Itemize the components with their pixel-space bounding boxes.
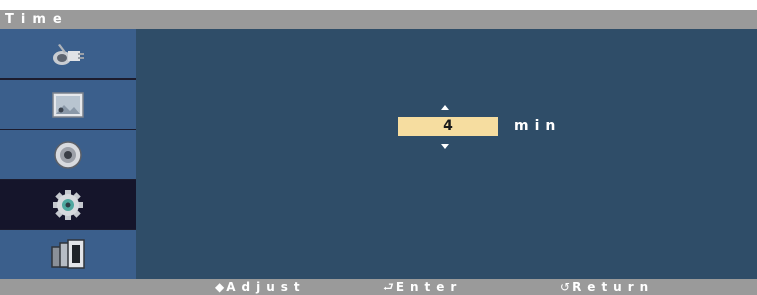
sidebar-item-setup[interactable] xyxy=(0,180,136,229)
unit-label: min xyxy=(514,118,562,134)
updown-arrow-icon: ◆ xyxy=(215,280,225,294)
input-plug-icon xyxy=(53,43,84,65)
hint-enter: ⮐ Enter xyxy=(383,279,462,295)
enter-icon: ⮐ xyxy=(383,280,394,294)
sidebar-menu xyxy=(0,29,136,279)
sidebar-item-input[interactable] xyxy=(0,29,136,78)
menu-title: Time xyxy=(5,12,69,27)
sidebar-item-picture[interactable] xyxy=(0,80,136,129)
hint-enter-label: Enter xyxy=(395,280,463,294)
hint-return: ↺ Return xyxy=(560,279,654,295)
multi-screen-icon xyxy=(51,238,85,269)
triangle-down-icon[interactable] xyxy=(441,144,449,149)
triangle-up-icon[interactable] xyxy=(441,105,449,110)
hint-adjust: ◆ Adjust xyxy=(215,279,306,295)
sidebar-item-multi-control[interactable] xyxy=(0,230,136,279)
picture-icon xyxy=(52,91,84,118)
gear-setup-icon xyxy=(53,189,83,220)
return-icon: ↺ xyxy=(560,280,571,294)
sidebar-item-sound[interactable] xyxy=(0,130,136,179)
hint-adjust-label: Adjust xyxy=(226,280,306,294)
minutes-value-field[interactable]: 4 xyxy=(398,117,498,136)
time-setting-panel: 4 min xyxy=(136,29,757,279)
osd-menu: Time 4 min ◆ Adjust ⮐ Enter ↺ Return xyxy=(0,0,757,295)
title-bar: Time xyxy=(0,10,757,29)
navigation-hint-bar: ◆ Adjust ⮐ Enter ↺ Return xyxy=(0,279,757,295)
speaker-sound-icon xyxy=(54,140,82,169)
hint-return-label: Return xyxy=(572,280,655,294)
